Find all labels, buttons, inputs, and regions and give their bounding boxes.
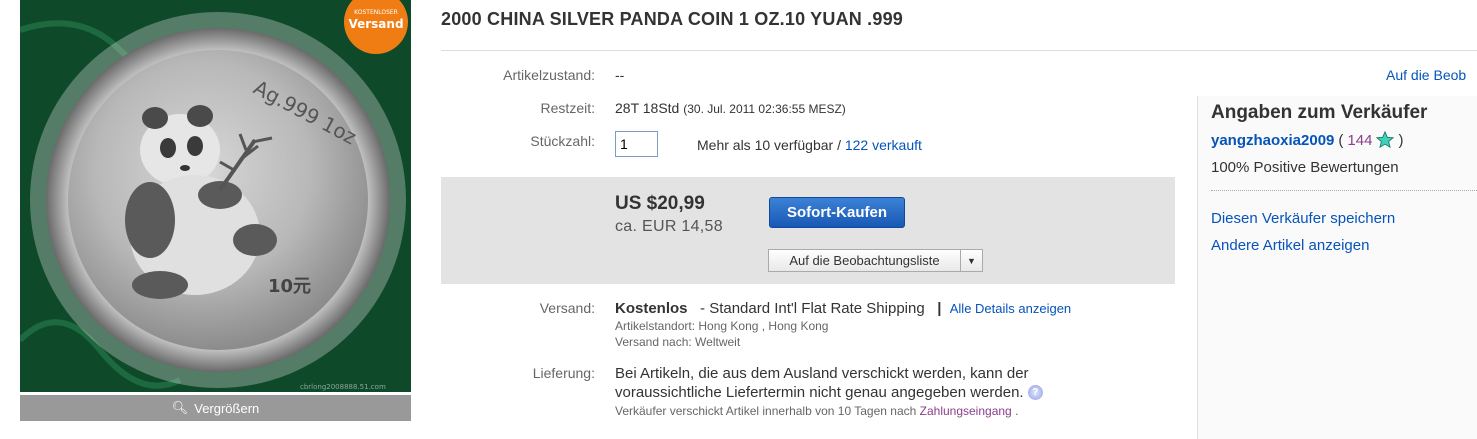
watchlist-top-link[interactable]: Auf die Beob [1386, 67, 1466, 83]
handling-text: Verkäufer verschickt Artikel innerhalb v… [615, 404, 917, 418]
other-items-link[interactable]: Andere Artikel anzeigen [1211, 237, 1369, 254]
quantity-label: Stückzahl: [530, 133, 595, 149]
item-location: Artikelstandort: Hong Kong , Hong Kong [615, 319, 829, 333]
photo-watermark: cbrlong2008888.51.com [300, 383, 386, 391]
condition-label: Artikelzustand: [503, 67, 595, 83]
badge-line2: Versand [348, 17, 403, 31]
magnifier-icon: 🔍︎ [171, 400, 189, 415]
delivery-line1: Bei Artikeln, die aus dem Ausland versch… [615, 365, 1029, 382]
sold-count-link[interactable]: 122 verkauft [845, 137, 922, 153]
feedback-score-link[interactable]: 144 [1347, 132, 1372, 149]
badge-line1: KOSTENLOSER [354, 9, 398, 16]
coin-image: Ag.999 1oz 10元 cbrlong2008888.51.com KOS… [20, 0, 411, 392]
item-photo[interactable]: Ag.999 1oz 10元 cbrlong2008888.51.com KOS… [20, 0, 411, 392]
listing-title: 2000 CHINA SILVER PANDA COIN 1 OZ.10 YUA… [441, 9, 903, 29]
delivery-line2: voraussichtliche Liefertermin nicht gena… [615, 384, 1043, 401]
condition-value: -- [615, 67, 625, 83]
shipping-cost: Kostenlos [615, 300, 688, 317]
handling-end: . [1015, 404, 1019, 418]
paren-open: ( [1338, 131, 1344, 149]
price-eur: ca. EUR 14,58 [615, 218, 723, 235]
time-left-value: 28T 18Std (30. Jul. 2011 02:36:55 MESZ) [615, 100, 846, 116]
enlarge-button[interactable]: 🔍︎ Vergrößern [20, 395, 411, 421]
delivery-label: Lieferung: [532, 365, 595, 381]
help-icon[interactable]: ? [1027, 385, 1043, 400]
availability-text: Mehr als 10 verfügbar / [697, 137, 841, 153]
buy-now-button[interactable]: Sofort-Kaufen [769, 197, 905, 228]
time-left-duration: 28T 18Std [615, 100, 680, 116]
quantity-input[interactable] [615, 131, 658, 157]
chevron-down-icon[interactable]: ▼ [960, 250, 982, 271]
seller-info: yangzhaoxia2009 ( 144 ) [1211, 131, 1403, 149]
seller-heading: Angaben zum Verkäufer [1211, 102, 1428, 123]
feedback-star-icon [1376, 131, 1395, 149]
add-to-watchlist-button[interactable]: Auf die Beobachtungsliste ▼ [768, 249, 983, 272]
shipping-label: Versand: [539, 300, 595, 316]
availability: Mehr als 10 verfügbar / 122 verkauft [697, 137, 922, 153]
shipping-summary: Kostenlos - Standard Int'l Flat Rate Shi… [615, 300, 1071, 317]
handling-time: Verkäufer verschickt Artikel innerhalb v… [615, 404, 1018, 418]
watchlist-label[interactable]: Auf die Beobachtungsliste [769, 250, 960, 271]
coin-denomination: 10元 [268, 276, 311, 297]
shipping-method: - Standard Int'l Flat Rate Shipping [700, 300, 925, 317]
all-details-link[interactable]: Alle Details anzeigen [950, 301, 1071, 316]
paren-close: ) [1398, 131, 1404, 149]
time-left-label: Restzeit: [540, 100, 595, 116]
delivery-line2-text: voraussichtliche Liefertermin nicht gena… [615, 384, 1024, 401]
separator: | [937, 300, 942, 317]
ships-to: Versand nach: Weltweit [615, 335, 741, 349]
seller-username-link[interactable]: yangzhaoxia2009 [1211, 132, 1334, 149]
positive-feedback: 100% Positive Bewertungen [1211, 159, 1399, 176]
end-time: (30. Jul. 2011 02:36:55 MESZ) [683, 102, 846, 116]
save-seller-link[interactable]: Diesen Verkäufer speichern [1211, 210, 1395, 227]
payment-received-link[interactable]: Zahlungseingang [920, 404, 1012, 418]
enlarge-label: Vergrößern [194, 400, 260, 416]
seller-divider [1211, 190, 1477, 191]
title-divider [441, 50, 1477, 51]
price: US $20,99 [615, 193, 705, 214]
